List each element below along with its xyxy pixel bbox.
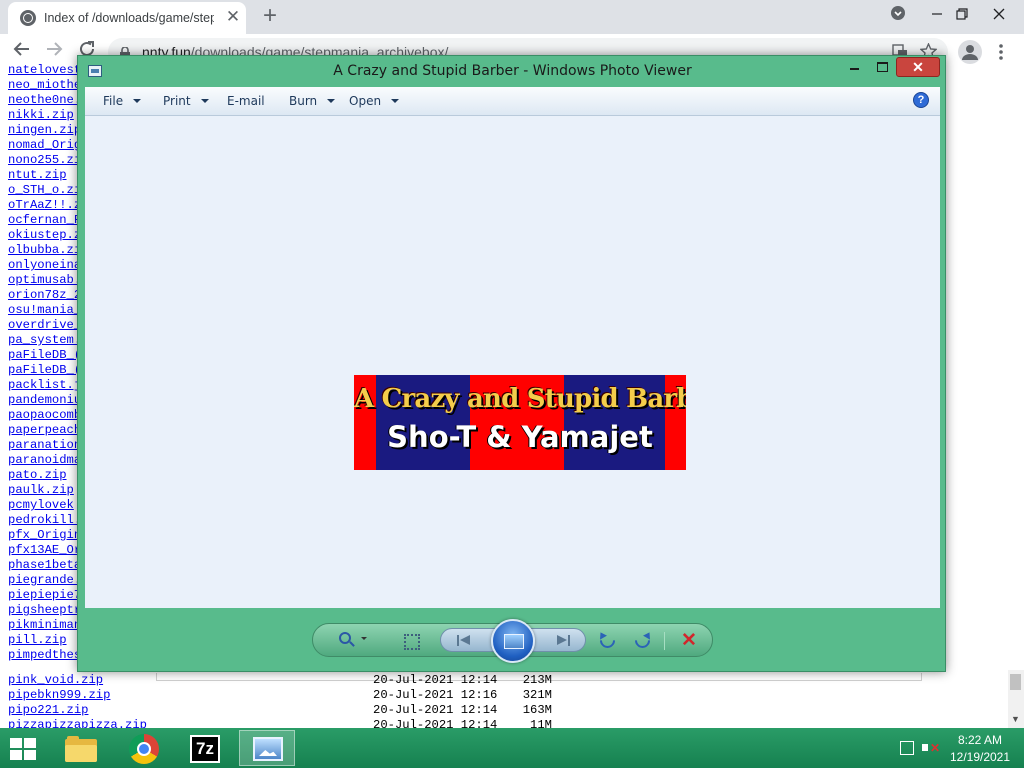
- file-date: 20-Jul-2021 12:14: [373, 673, 498, 687]
- page-scrollbar[interactable]: ▼: [1008, 670, 1024, 728]
- file-link[interactable]: pipebkn999.zip: [8, 688, 110, 703]
- rotate-right-icon[interactable]: [631, 629, 654, 652]
- image-artist-text: Sho-T & Yamajet: [387, 420, 653, 454]
- next-icon[interactable]: [554, 635, 570, 646]
- volume-muted-icon[interactable]: ✕: [922, 740, 940, 756]
- fit-to-window-icon[interactable]: [401, 632, 421, 650]
- menu-print-label: Print: [163, 94, 191, 108]
- rotate-left-icon[interactable]: [596, 629, 619, 652]
- network-icon[interactable]: [900, 741, 914, 755]
- help-icon[interactable]: ?: [913, 92, 929, 108]
- delete-icon[interactable]: ✕: [679, 631, 699, 650]
- browser-tab-strip: Index of /downloads/game/stepmania_archi…: [0, 0, 1024, 34]
- menu-file[interactable]: File: [103, 94, 142, 108]
- file-size: 163M: [522, 703, 552, 717]
- chevron-down-icon: [200, 99, 209, 103]
- file-explorer-icon: [65, 736, 97, 762]
- menu-file-label: File: [103, 94, 124, 108]
- menu-print[interactable]: Print: [163, 94, 209, 108]
- globe-icon: [20, 10, 36, 26]
- menu-burn-label: Burn: [289, 94, 318, 108]
- chevron-down-icon: [133, 99, 142, 103]
- photo-viewer-window: A Crazy and Stupid Barber - Windows Phot…: [77, 55, 946, 672]
- file-date: 20-Jul-2021 12:14: [373, 703, 498, 717]
- tab-title: Index of /downloads/game/stepmania_archi…: [44, 11, 214, 25]
- chrome-icon: [129, 734, 159, 764]
- slideshow-icon[interactable]: [491, 619, 535, 663]
- tab-close-icon[interactable]: ✕: [224, 8, 242, 27]
- restore-icon[interactable]: [949, 4, 975, 28]
- file-link[interactable]: pipo221.zip: [8, 703, 88, 718]
- table-row: pink_void.zip 20-Jul-2021 12:14 213M: [8, 673, 568, 688]
- clock-date[interactable]: 12/19/2021: [948, 750, 1012, 764]
- photo-viewer-taskbar-button[interactable]: [239, 730, 295, 766]
- chevron-down-icon: [391, 99, 400, 103]
- 7zip-icon: 7z: [190, 735, 220, 763]
- menu-email[interactable]: E-mail: [227, 94, 265, 108]
- photo-viewer-icon: [253, 737, 283, 761]
- viewer-maximize-button[interactable]: [875, 60, 889, 72]
- table-row: pipo221.zip 20-Jul-2021 12:14 163M: [8, 703, 568, 718]
- new-tab-button[interactable]: +: [258, 4, 282, 29]
- control-separator: [664, 632, 665, 650]
- table-row: pipebkn999.zip 20-Jul-2021 12:16 321M: [8, 688, 568, 703]
- viewer-minimize-button[interactable]: [848, 59, 862, 75]
- menu-burn[interactable]: Burn: [289, 94, 336, 108]
- browser-tab[interactable]: Index of /downloads/game/stepmania_archi…: [8, 2, 246, 34]
- chrome-taskbar-button[interactable]: [116, 730, 172, 766]
- file-listing-rows: pink_void.zip 20-Jul-2021 12:14 213M pipebk…: [8, 673, 568, 733]
- file-size: 213M: [522, 673, 552, 687]
- viewer-title: A Crazy and Stupid Barber - Windows Phot…: [333, 63, 692, 79]
- viewer-close-button[interactable]: ✕: [896, 57, 940, 77]
- scrollbar-thumb[interactable]: [1010, 674, 1021, 690]
- image-title-text: A Crazy and Stupid Barber: [354, 384, 686, 414]
- image-canvas: A Crazy and Stupid Barber Sho-T & Yamaje…: [85, 116, 940, 608]
- file-date: 20-Jul-2021 12:16: [373, 688, 498, 702]
- clock-time[interactable]: 8:22 AM: [950, 733, 1010, 747]
- previous-icon[interactable]: [457, 635, 473, 646]
- menu-email-label: E-mail: [227, 94, 265, 108]
- minimize-icon[interactable]: [924, 4, 950, 28]
- menu-dots-icon[interactable]: [998, 43, 1004, 66]
- chevron-down-icon: [327, 99, 336, 103]
- start-windows-icon[interactable]: [10, 738, 38, 760]
- viewer-control-bar: ✕: [312, 619, 713, 663]
- file-explorer-taskbar-button[interactable]: [53, 730, 109, 766]
- file-size: 321M: [522, 688, 552, 702]
- viewer-menubar: File Print E-mail Burn Open ?: [85, 87, 940, 116]
- close-window-icon[interactable]: [986, 4, 1012, 28]
- menu-open[interactable]: Open: [349, 94, 400, 108]
- menu-open-label: Open: [349, 94, 382, 108]
- file-link[interactable]: pink_void.zip: [8, 673, 103, 688]
- zoom-icon[interactable]: [339, 632, 367, 650]
- profile-icon[interactable]: [958, 40, 982, 69]
- back-arrow-icon[interactable]: [9, 40, 35, 64]
- displayed-image: A Crazy and Stupid Barber Sho-T & Yamaje…: [354, 375, 686, 470]
- forward-arrow-icon[interactable]: [41, 40, 67, 64]
- tab-search-icon[interactable]: [885, 4, 911, 28]
- 7zip-taskbar-button[interactable]: 7z: [177, 730, 233, 766]
- taskbar: 7z ✕ 8:22 AM 12/19/2021: [0, 728, 1024, 768]
- scroll-down-arrow-icon[interactable]: ▼: [1011, 714, 1020, 724]
